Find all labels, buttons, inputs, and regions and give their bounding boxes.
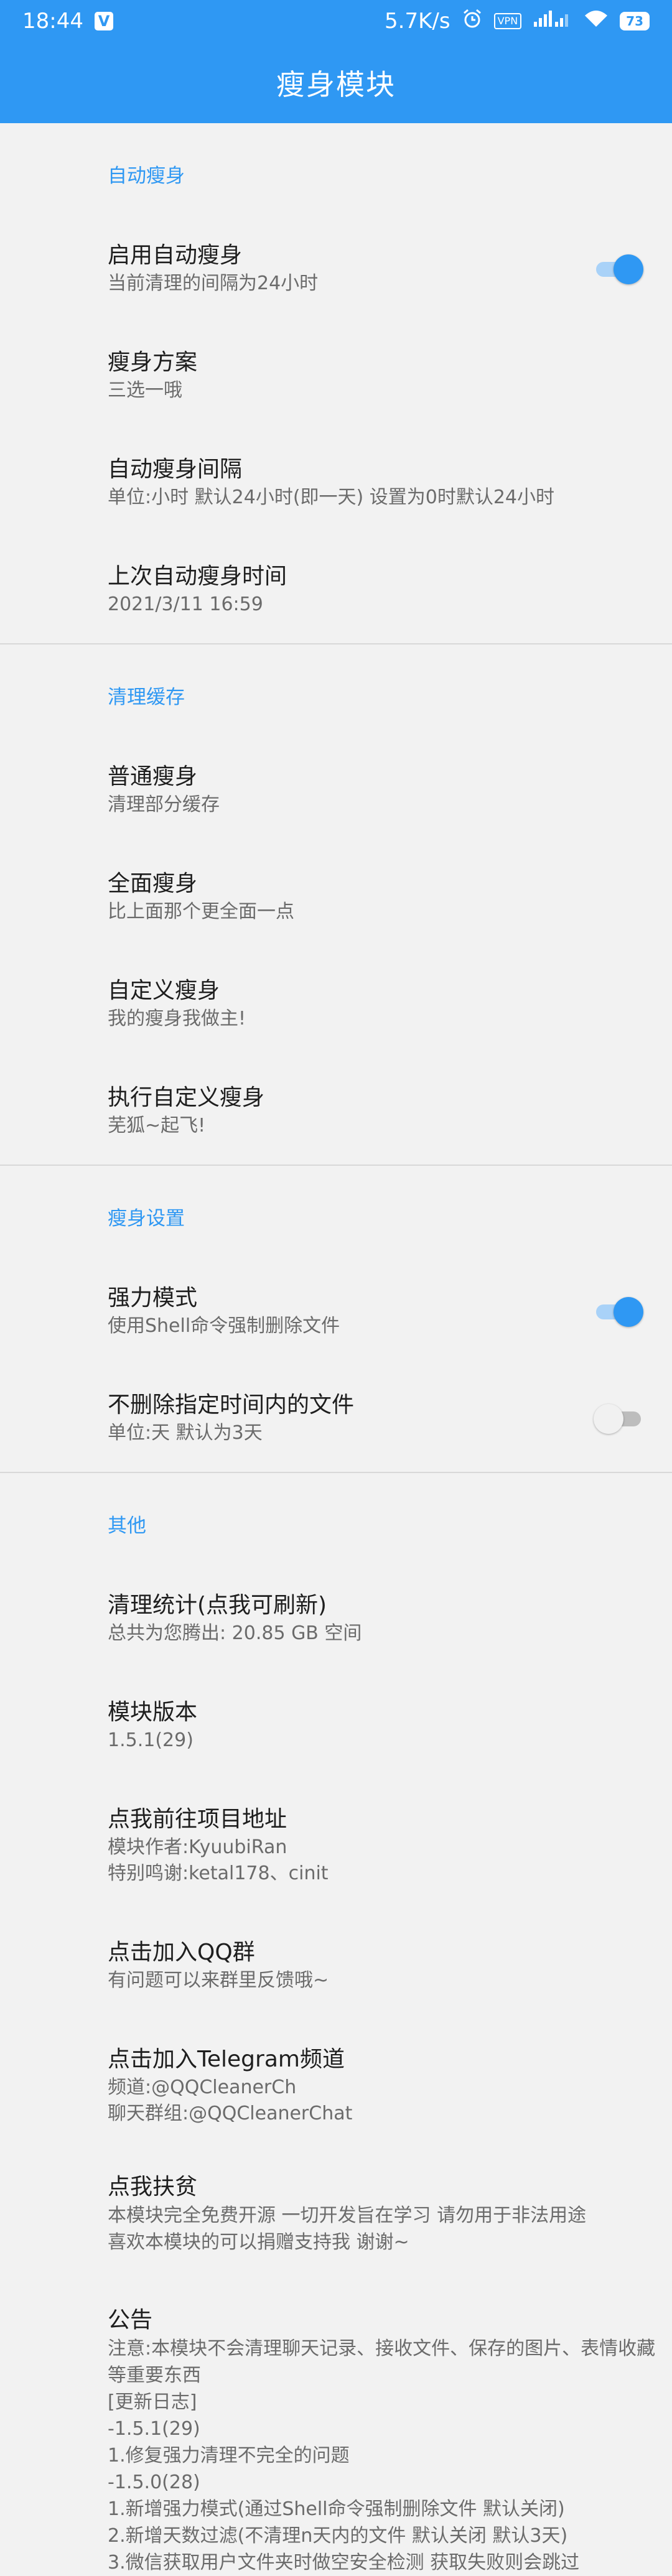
pref-slim-plan[interactable]: 瘦身方案 三选一哦 [0, 322, 672, 429]
vpn-badge: VPN [493, 13, 522, 29]
pref-summary: 芜狐~起飞! [108, 1115, 206, 1137]
category-clean-cache: 清理缓存 [108, 686, 185, 709]
pref-last-auto-slim-time[interactable]: 上次自动瘦身时间 2021/3/11 16:59 [0, 536, 672, 643]
pref-auto-slim-interval[interactable]: 自动瘦身间隔 单位:小时 默认24小时(即一天) 设置为0时默认24小时 [0, 429, 672, 536]
pref-keep-recent-files[interactable]: 不删除指定时间内的文件 单位:天 默认为3天 [0, 1365, 672, 1472]
pref-title: 点击加入Telegram频道 [108, 2047, 345, 2072]
status-bar: 18:44 V 5.7K/s VPN 73 [0, 0, 672, 42]
pref-announcement[interactable]: 公告 注意:本模块不会清理聊天记录、接收文件、保存的图片、表情收藏等重要东西 [… [0, 2285, 672, 2574]
pref-force-mode[interactable]: 强力模式 使用Shell命令强制删除文件 [0, 1258, 672, 1365]
net-speed: 5.7K/s [385, 9, 450, 34]
pref-title: 执行自定义瘦身 [108, 1085, 265, 1110]
page-title: 瘦身模块 [276, 68, 396, 101]
pref-summary: 清理部分缓存 [108, 794, 220, 816]
pref-summary: 1.5.1(29) [108, 1729, 194, 1751]
pref-summary: 我的瘦身我做主! [108, 1008, 246, 1030]
pref-join-qq-group[interactable]: 点击加入QQ群 有问题可以来群里反馈哦~ [0, 1912, 672, 2019]
pref-title: 普通瘦身 [108, 764, 198, 789]
pref-summary: 比上面那个更全面一点 [108, 901, 294, 923]
pref-title: 启用自动瘦身 [108, 243, 243, 268]
pref-clean-stats[interactable]: 清理统计(点我可刷新) 总共为您腾出: 20.85 GB 空间 [0, 1565, 672, 1672]
category-slim-settings: 瘦身设置 [108, 1207, 185, 1230]
pref-title: 不删除指定时间内的文件 [108, 1392, 355, 1418]
pref-title: 公告 [108, 2307, 153, 2333]
pref-project-link[interactable]: 点我前往项目地址 模块作者:KyuubiRan 特别鸣谢:ketal178、ci… [0, 1779, 672, 1912]
pref-summary: 注意:本模块不会清理聊天记录、接收文件、保存的图片、表情收藏等重要东西 [更新日… [108, 2338, 656, 2574]
pref-custom-slim[interactable]: 自定义瘦身 我的瘦身我做主! [0, 951, 672, 1058]
pref-summary: 总共为您腾出: 20.85 GB 空间 [108, 1622, 362, 1644]
pref-donate[interactable]: 点我扶贫 本模块完全免费开源 一切开发旨在学习 请勿用于非法用途 喜欢本模块的可… [0, 2152, 672, 2285]
pref-summary: 单位:小时 默认24小时(即一天) 设置为0时默认24小时 [108, 486, 555, 508]
alarm-icon [462, 8, 483, 35]
pref-title: 模块版本 [108, 1700, 198, 1725]
pref-title: 瘦身方案 [108, 350, 198, 375]
pref-summary: 当前清理的间隔为24小时 [108, 272, 319, 294]
force-mode-toggle[interactable] [594, 1295, 643, 1328]
preferences-list: 自动瘦身 启用自动瘦身 当前清理的间隔为24小时 瘦身方案 三选一哦 自动瘦身间… [0, 123, 672, 2574]
pref-normal-slim[interactable]: 普通瘦身 清理部分缓存 [0, 737, 672, 844]
auto-slim-toggle[interactable] [594, 253, 643, 285]
battery-indicator: 73 [620, 12, 650, 30]
pref-join-telegram[interactable]: 点击加入Telegram频道 频道:@QQCleanerCh 聊天群组:@QQC… [0, 2019, 672, 2152]
signal-icon [533, 9, 572, 34]
pref-module-version[interactable]: 模块版本 1.5.1(29) [0, 1672, 672, 1779]
pref-enable-auto-slim[interactable]: 启用自动瘦身 当前清理的间隔为24小时 [0, 215, 672, 322]
category-auto-slim: 自动瘦身 [108, 164, 185, 187]
pref-summary: 模块作者:KyuubiRan 特别鸣谢:ketal178、cinit [108, 1836, 329, 1884]
pref-summary: 有问题可以来群里反馈哦~ [108, 1969, 329, 1991]
pref-title: 点击加入QQ群 [108, 1940, 255, 1965]
pref-summary: 使用Shell命令强制删除文件 [108, 1315, 340, 1337]
keep-recent-files-toggle[interactable] [594, 1402, 643, 1434]
pref-title: 全面瘦身 [108, 871, 198, 896]
pref-summary: 2021/3/11 16:59 [108, 593, 263, 615]
pref-title: 强力模式 [108, 1285, 198, 1311]
pref-summary: 三选一哦 [108, 379, 182, 401]
wifi-icon [584, 9, 609, 34]
pref-summary: 本模块完全免费开源 一切开发旨在学习 请勿用于非法用途 喜欢本模块的可以捐赠支持… [108, 2205, 587, 2253]
pref-title: 点我前往项目地址 [108, 1806, 287, 1832]
pref-summary: 频道:@QQCleanerCh 聊天群组:@QQCleanerChat [108, 2076, 353, 2124]
category-other: 其他 [108, 1514, 146, 1537]
pref-summary: 单位:天 默认为3天 [108, 1422, 263, 1444]
pref-full-slim[interactable]: 全面瘦身 比上面那个更全面一点 [0, 844, 672, 951]
pref-title: 自动瘦身间隔 [108, 457, 243, 482]
pref-title: 点我扶贫 [108, 2174, 198, 2200]
clock: 18:44 [22, 9, 83, 34]
pref-run-custom-slim[interactable]: 执行自定义瘦身 芜狐~起飞! [0, 1058, 672, 1165]
app-bar: 瘦身模块 [0, 42, 672, 123]
app-notification-icon: V [94, 12, 113, 30]
pref-title: 清理统计(点我可刷新) [108, 1593, 327, 1618]
pref-title: 上次自动瘦身时间 [108, 564, 287, 589]
pref-title: 自定义瘦身 [108, 978, 220, 1003]
